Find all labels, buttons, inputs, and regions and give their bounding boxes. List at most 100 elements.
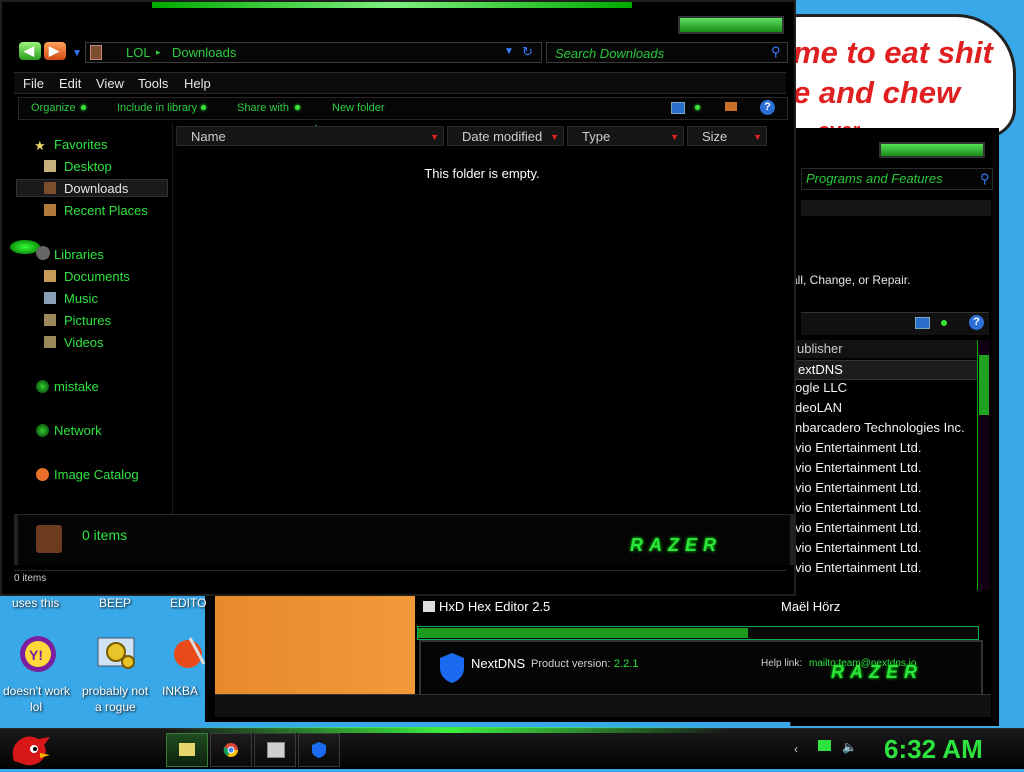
publisher-cell[interactable]: vio Entertainment Ltd. <box>795 560 921 575</box>
search-input[interactable] <box>553 44 767 62</box>
recent-pages-dropdown-icon[interactable]: ▼ <box>72 48 82 59</box>
nav-documents[interactable]: Documents <box>64 269 130 284</box>
network-tray-icon[interactable] <box>818 740 831 751</box>
breadcrumb-downloads[interactable]: Downloads <box>172 45 236 60</box>
desktop-icon-label[interactable]: lol <box>30 700 42 714</box>
column-name[interactable]: Name ▼ <box>176 126 444 146</box>
nav-desktop[interactable]: Desktop <box>64 159 112 174</box>
publisher-cell[interactable]: vio Entertainment Ltd. <box>795 460 921 475</box>
refresh-icon[interactable]: ↻ <box>522 44 533 60</box>
nav-videos[interactable]: Videos <box>64 335 104 350</box>
nav-libraries[interactable]: Libraries <box>54 247 104 262</box>
help-icon[interactable]: ? <box>760 100 775 115</box>
tray-arrow-icon[interactable]: ‹ <box>794 742 798 756</box>
nav-mistake[interactable]: mistake <box>54 379 99 394</box>
programs-search-box[interactable]: Programs and Features ⚲ <box>801 168 993 190</box>
nav-recent-places[interactable]: Recent Places <box>64 203 148 218</box>
back-button[interactable]: ◀ <box>19 42 41 60</box>
desktop-label[interactable]: EDITO <box>170 596 206 610</box>
selected-program-row[interactable]: extDNS <box>795 360 979 380</box>
preview-pane-icon[interactable] <box>725 102 737 111</box>
help-icon[interactable]: ? <box>969 315 984 330</box>
filter-dropdown-icon[interactable]: ▼ <box>550 127 559 147</box>
publisher-cell[interactable]: ogle LLC <box>795 380 847 395</box>
filter-dropdown-icon[interactable]: ▼ <box>753 127 762 147</box>
nav-pictures[interactable]: Pictures <box>64 313 111 328</box>
address-bar[interactable]: LOL ▸ Downloads ▼ ↻ <box>85 42 542 63</box>
documents-icon <box>44 270 56 282</box>
menu-tools[interactable]: Tools <box>138 76 168 91</box>
horizontal-scrollbar[interactable] <box>417 626 979 640</box>
preview-icon[interactable] <box>941 320 947 326</box>
address-dropdown-icon[interactable]: ▼ <box>504 46 514 57</box>
filter-dropdown-icon[interactable]: ▼ <box>430 127 439 147</box>
window-controls[interactable] <box>879 142 985 158</box>
column-date-modified[interactable]: Date modified ▼ <box>447 126 564 146</box>
publisher-cell[interactable]: vio Entertainment Ltd. <box>795 540 921 555</box>
column-size[interactable]: Size ▼ <box>687 126 767 146</box>
change-view-icon[interactable] <box>671 102 685 114</box>
nav-downloads[interactable]: Downloads <box>64 181 128 196</box>
window-bottom-bar <box>215 694 991 717</box>
taskbar-programs-button[interactable] <box>254 733 296 767</box>
desktop-label[interactable]: uses this <box>12 596 59 610</box>
window-controls[interactable] <box>678 16 784 34</box>
volume-icon[interactable]: 🔈 <box>842 740 857 754</box>
publisher-cell[interactable]: vio Entertainment Ltd. <box>795 520 921 535</box>
gears-program-icon[interactable] <box>94 632 142 676</box>
publisher-cell[interactable]: vio Entertainment Ltd. <box>795 480 921 495</box>
taskbar-chrome-button[interactable] <box>210 733 252 767</box>
new-folder-button[interactable]: New folder <box>332 102 385 114</box>
nav-music[interactable]: Music <box>64 291 98 306</box>
publisher-cell[interactable]: vio Entertainment Ltd. <box>795 500 921 515</box>
menu-file[interactable]: File <box>23 76 44 91</box>
publisher-column-header[interactable]: ublisher <box>795 340 979 358</box>
filter-dropdown-icon[interactable]: ▼ <box>670 127 679 147</box>
taskbar: ‹ 🔈 6:32 AM <box>0 727 1024 769</box>
music-icon <box>44 292 56 304</box>
desktop-label[interactable]: BEEP <box>99 596 131 610</box>
vertical-scrollbar[interactable] <box>977 340 990 620</box>
view-icon[interactable] <box>915 317 930 329</box>
menu-view[interactable]: View <box>96 76 124 91</box>
svg-text:Y!: Y! <box>29 647 43 663</box>
publisher-cell[interactable]: vio Entertainment Ltd. <box>795 440 921 455</box>
scrollbar-thumb[interactable] <box>979 355 989 415</box>
breadcrumb-separator[interactable]: ▸ <box>156 47 161 58</box>
details-pane: NextDNS Product version: 2.2.1 Help link… <box>419 640 983 696</box>
taskbar-nextdns-button[interactable] <box>298 733 340 767</box>
menu-help[interactable]: Help <box>184 76 211 91</box>
nav-favorites[interactable]: Favorites <box>54 137 107 152</box>
menu-edit[interactable]: Edit <box>59 76 81 91</box>
program-row-hxd[interactable]: HxD Hex Editor 2.5 <box>423 599 550 614</box>
view-options-icon[interactable] <box>695 105 700 110</box>
nextdns-shield-icon <box>440 653 464 683</box>
include-in-library-button[interactable]: Include in library <box>117 102 197 114</box>
desktop-icon-label[interactable]: a rogue <box>95 700 136 714</box>
inkball-icon[interactable] <box>172 634 206 674</box>
desktop-icon-label[interactable]: probably not <box>82 684 148 698</box>
search-icon[interactable]: ⚲ <box>980 171 990 187</box>
desktop-icon-label[interactable]: INKBA <box>162 684 198 698</box>
program-publisher: Maël Hörz <box>781 599 841 614</box>
start-button[interactable] <box>4 731 54 767</box>
clock[interactable]: 6:32 AM <box>884 734 983 765</box>
share-with-button[interactable]: Share with <box>237 102 289 114</box>
breadcrumb-lol[interactable]: LOL <box>126 45 151 60</box>
publisher-cell[interactable]: deoLAN <box>795 400 842 415</box>
publisher-cell[interactable]: nbarcadero Technologies Inc. <box>795 420 965 435</box>
desktop-icon-label[interactable]: doesn't work <box>3 684 70 698</box>
search-icon[interactable]: ⚲ <box>771 44 781 60</box>
chrome-icon <box>223 743 238 757</box>
speech-bubble: me to eat shit e and chew over <box>760 14 1016 138</box>
nav-image-catalog[interactable]: Image Catalog <box>54 467 139 482</box>
nav-network[interactable]: Network <box>54 423 102 438</box>
organize-button[interactable]: Organize <box>31 102 76 114</box>
selected-program-name: NextDNS <box>471 656 526 671</box>
yahoo-messenger-icon[interactable]: Y! <box>14 630 64 676</box>
forward-button[interactable]: ▶ <box>44 42 66 60</box>
search-box[interactable]: ⚲ <box>546 42 788 63</box>
column-type[interactable]: Type ▼ <box>567 126 684 146</box>
scrollbar-thumb[interactable] <box>418 628 748 638</box>
taskbar-explorer-button[interactable] <box>166 733 208 767</box>
